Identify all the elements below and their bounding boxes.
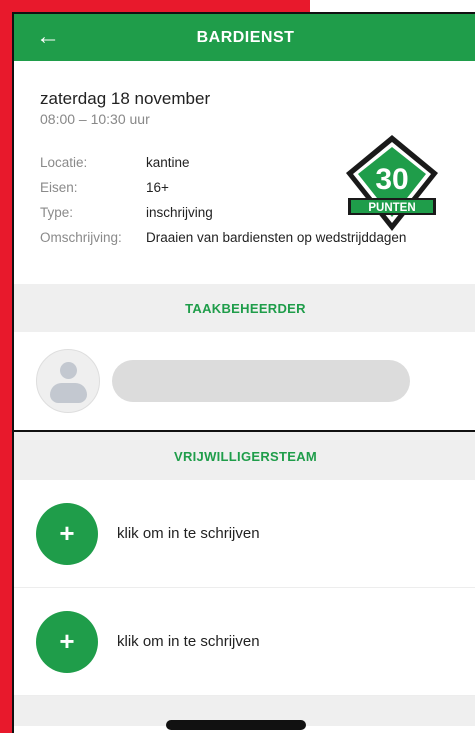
section-header-volunteers: VRIJWILLIGERSTEAM [14,432,475,480]
home-indicator[interactable] [166,720,306,730]
signup-label: klik om in te schrijven [117,633,260,650]
section-title: TAAKBEHEERDER [185,300,306,316]
field-label: Type: [40,205,74,220]
points-label: PUNTEN [368,202,415,214]
field-value: 16+ [146,180,169,195]
manager-name-placeholder [112,360,410,402]
bottom-section [14,696,475,730]
plus-icon[interactable]: + [36,502,98,565]
field-value: inschrijving [146,205,213,220]
app-bar: ← BARDIENST [14,14,475,61]
field-value: kantine [146,155,190,170]
plus-icon[interactable]: + [36,610,98,673]
field-label: Omschrijving: [40,230,122,245]
signup-label: klik om in te schrijven [117,525,260,542]
field-label: Eisen: [40,180,78,195]
points-badge: 30 PUNTEN [346,135,438,231]
avatar-placeholder-icon [36,349,100,413]
back-arrow-icon[interactable]: ← [36,23,60,51]
signup-slot-1[interactable]: + klik om in te schrijven [14,480,475,588]
signup-slot-2[interactable]: + klik om in te schrijven [14,588,475,696]
top-white-strip [310,0,475,12]
page-title: BARDIENST [196,28,295,46]
section-header-manager: TAAKBEHEERDER [14,284,475,332]
section-title: VRIJWILLIGERSTEAM [173,448,318,464]
task-manager-row [14,332,475,432]
points-value: 30 [375,163,408,196]
task-details: zaterdag 18 november 08:00 – 10:30 uur L… [14,61,475,284]
phone-screen: ← BARDIENST zaterdag 18 november 08:00 –… [12,12,475,733]
field-label: Locatie: [40,155,88,170]
task-time: 08:00 – 10:30 uur [40,111,150,127]
task-date: zaterdag 18 november [40,89,211,108]
